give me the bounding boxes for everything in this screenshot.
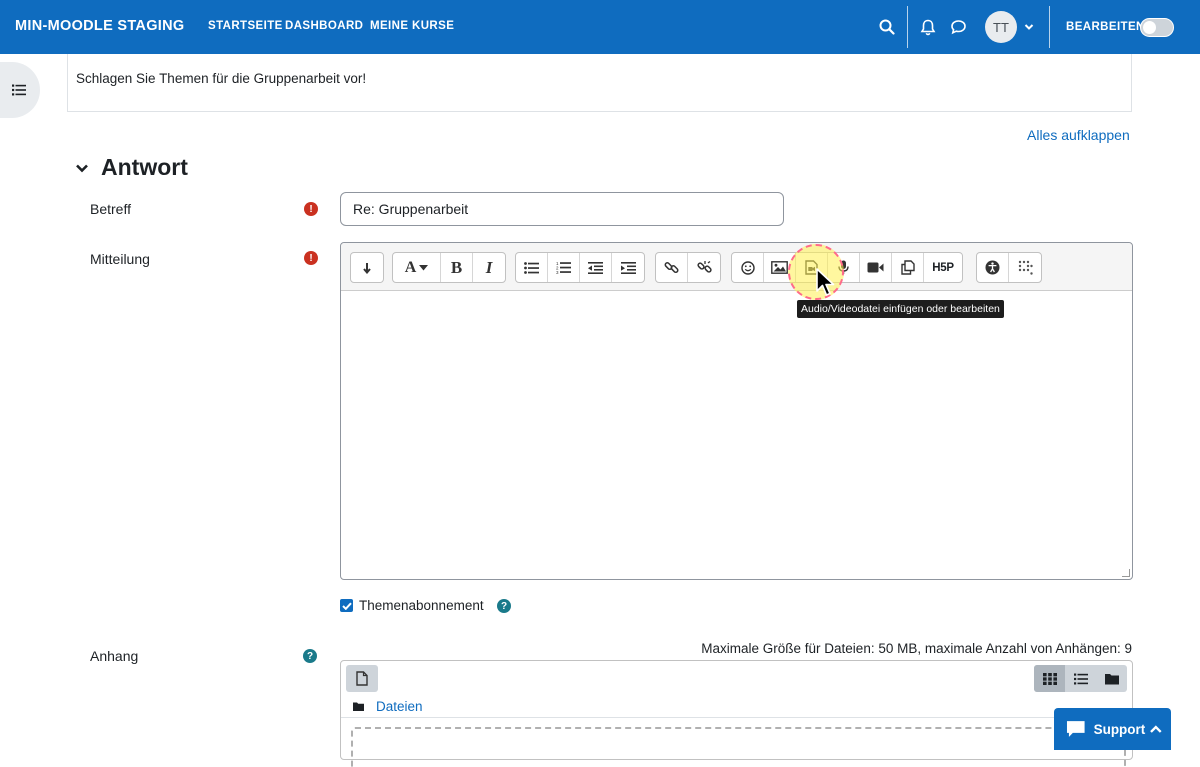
- toolbar-group-accessibility: [976, 252, 1042, 283]
- folder-name: Dateien: [376, 699, 423, 714]
- list-view-icon[interactable]: [1065, 665, 1096, 692]
- file-manager: Dateien: [340, 660, 1133, 767]
- h5p-label: H5P: [932, 261, 954, 274]
- parent-post: Schlagen Sie Themen für die Gruppenarbei…: [67, 54, 1132, 112]
- view-switcher: [1034, 665, 1127, 692]
- ordered-list-icon[interactable]: 123: [548, 253, 580, 282]
- nav-link-my-courses[interactable]: MEINE KURSE: [370, 20, 454, 32]
- screenreader-helper-icon[interactable]: [1009, 253, 1041, 282]
- navbar-divider: [1049, 6, 1050, 48]
- svg-text:3: 3: [556, 270, 559, 274]
- message-editor[interactable]: A B I 123 H5P: [340, 242, 1133, 580]
- section-title: Antwort: [101, 154, 188, 180]
- add-file-button[interactable]: [346, 665, 378, 692]
- top-navbar: MIN-MOODLE STAGING STARTSEITE DASHBOARD …: [0, 0, 1200, 54]
- user-avatar[interactable]: TT: [985, 11, 1017, 43]
- notification-bell-icon[interactable]: [918, 17, 938, 37]
- list-icon: [12, 84, 26, 96]
- course-index-toggle-button[interactable]: [0, 62, 40, 118]
- help-icon[interactable]: ?: [497, 599, 511, 613]
- nav-link-home[interactable]: STARTSEITE: [208, 20, 283, 32]
- h5p-icon[interactable]: H5P: [924, 253, 962, 282]
- chevron-down-icon[interactable]: [1019, 17, 1039, 37]
- attachment-label: Anhang: [90, 648, 139, 664]
- subscribe-checkbox[interactable]: [340, 599, 353, 612]
- subject-input[interactable]: [340, 192, 784, 226]
- indent-icon[interactable]: [612, 253, 644, 282]
- bold-icon[interactable]: B: [441, 253, 473, 282]
- grid-view-icon[interactable]: [1034, 665, 1065, 692]
- link-icon[interactable]: [656, 253, 688, 282]
- required-icon: !: [304, 251, 318, 265]
- collapse-icon[interactable]: [351, 253, 383, 282]
- breadcrumb-folder[interactable]: Dateien: [353, 699, 423, 714]
- expand-all-link[interactable]: Alles aufklappen: [1027, 127, 1130, 143]
- manage-files-icon[interactable]: [892, 253, 924, 282]
- file-drop-zone[interactable]: [351, 727, 1126, 767]
- font-style-icon[interactable]: A: [393, 253, 441, 282]
- mouse-cursor-icon: [816, 268, 836, 303]
- required-icon: !: [304, 202, 318, 216]
- search-icon[interactable]: [877, 17, 897, 37]
- message-label: Mitteilung: [90, 251, 150, 267]
- toolbar-group-links: [655, 252, 721, 283]
- unordered-list-icon[interactable]: [516, 253, 548, 282]
- chevron-down-icon: [76, 164, 88, 172]
- navbar-divider: [907, 6, 908, 48]
- edit-mode-toggle[interactable]: [1140, 18, 1174, 37]
- accessibility-checker-icon[interactable]: [977, 253, 1009, 282]
- messages-icon[interactable]: [948, 17, 968, 37]
- subscribe-label: Themenabonnement: [359, 598, 484, 613]
- support-button[interactable]: Support: [1054, 708, 1171, 750]
- toolbar-group-media: H5P: [731, 252, 963, 283]
- nav-link-dashboard[interactable]: DASHBOARD: [285, 20, 363, 32]
- editor-resize-handle[interactable]: [1122, 569, 1130, 577]
- edit-mode-label: BEARBEITEN: [1066, 21, 1145, 33]
- subject-label: Betreff: [90, 201, 131, 217]
- parent-post-text: Schlagen Sie Themen für die Gruppenarbei…: [76, 71, 367, 86]
- record-video-icon[interactable]: [860, 253, 892, 282]
- section-header-antwort[interactable]: Antwort: [75, 154, 188, 181]
- chevron-up-icon: [1150, 725, 1162, 733]
- editor-toolbar: A B I 123 H5P: [341, 243, 1132, 291]
- tree-view-icon[interactable]: [1096, 665, 1127, 692]
- toolbar-group-lists: 123: [515, 252, 645, 283]
- italic-icon[interactable]: I: [473, 253, 505, 282]
- outdent-icon[interactable]: [580, 253, 612, 282]
- toolbar-group-text: A B I: [392, 252, 506, 283]
- site-brand[interactable]: MIN-MOODLE STAGING: [15, 18, 184, 34]
- help-icon[interactable]: ?: [303, 649, 317, 663]
- attachment-limits: Maximale Größe für Dateien: 50 MB, maxim…: [701, 641, 1132, 656]
- file-manager-divider: [341, 717, 1132, 718]
- check-icon: [341, 602, 352, 610]
- file-icon: [356, 671, 368, 686]
- toolbar-group-collapse: [350, 252, 384, 283]
- chat-icon: [1066, 721, 1085, 737]
- support-label: Support: [1093, 721, 1146, 737]
- emoji-icon[interactable]: [732, 253, 764, 282]
- folder-icon: [353, 702, 364, 711]
- unlink-icon[interactable]: [688, 253, 720, 282]
